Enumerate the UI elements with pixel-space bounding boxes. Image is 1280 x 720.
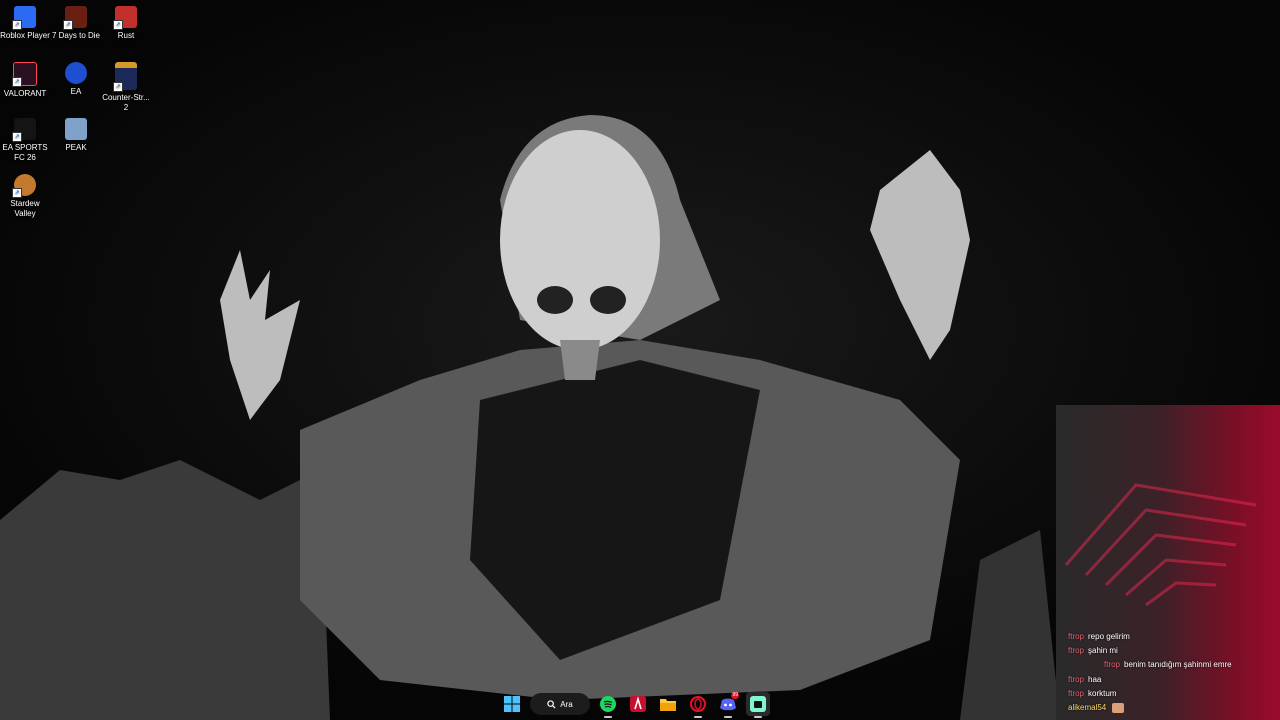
desktop-icon-label: Rust (117, 31, 135, 40)
desktop-icon-roblox-player[interactable]: ↗ Roblox Player (0, 2, 50, 41)
stardew-valley-icon: ↗ (12, 174, 36, 198)
desktop-icon-peak[interactable]: PEAK (51, 114, 101, 153)
desktop-icon-label: 7 Days to Die (51, 31, 101, 40)
chat-message: ftrop haa (1068, 675, 1101, 684)
peak-icon (65, 118, 87, 140)
ea-sports-fc-icon: ↗ (12, 118, 36, 142)
chat-username: ftrop (1068, 632, 1085, 641)
chat-text: korktum (1088, 689, 1117, 698)
desktop-icon-label: EA SPORTS FC 26 (2, 143, 48, 162)
notification-badge: 99 (731, 692, 739, 699)
start-button[interactable] (500, 692, 524, 716)
desktop-icon-7-days-to-die[interactable]: ↗ 7 Days to Die (51, 2, 101, 41)
taskbar: Ara 99 (500, 690, 785, 718)
desktop-icon-valorant[interactable]: ↗ VALORANT (0, 58, 50, 99)
counter-strike-icon: ↗ (113, 62, 137, 92)
chat-username: ftrop (1068, 675, 1085, 684)
taskbar-spotify[interactable] (596, 692, 620, 718)
affinity-icon (630, 696, 646, 712)
chat-text: şahin mi (1088, 646, 1118, 655)
windows-icon (504, 696, 520, 712)
folder-icon (660, 699, 676, 711)
emote-icon (1112, 703, 1125, 713)
7-days-to-die-icon: ↗ (63, 6, 87, 30)
desktop-icon-label: EA (70, 87, 82, 96)
chat-message: ftrop repo gelirim (1068, 632, 1130, 641)
streamlabs-icon (750, 696, 766, 712)
desktop-icon-counter-strike-2[interactable]: ↗ Counter-Str... 2 (101, 58, 151, 113)
desktop-icon-ea[interactable]: EA (51, 58, 101, 97)
chat-message: ftrop şahin mi (1068, 646, 1118, 655)
taskbar-file-explorer[interactable] (656, 692, 680, 716)
rust-icon: ↗ (113, 6, 137, 30)
search-icon (547, 699, 556, 709)
chat-username: ftrop (1068, 646, 1085, 655)
opera-icon (690, 696, 706, 712)
chat-message: ftrop korktum (1068, 689, 1116, 698)
taskbar-affinity[interactable] (626, 692, 650, 716)
chat-text: benim tanıdığım şahinmi emre (1124, 660, 1232, 669)
chat-message: alikemal54 (1068, 703, 1125, 713)
desktop-icon-label: VALORANT (3, 89, 47, 98)
spotify-icon (600, 696, 616, 712)
desktop-icon-label: PEAK (65, 143, 87, 152)
ea-icon (65, 62, 87, 84)
chat-message: ftrop benim tanıdığım şahinmi emre (1104, 660, 1232, 669)
chat-username: ftrop (1104, 660, 1121, 669)
chat-username: alikemal54 (1068, 703, 1107, 713)
chat-username: ftrop (1068, 689, 1085, 698)
desktop-icon-rust[interactable]: ↗ Rust (101, 2, 151, 41)
desktop-icon-ea-sports-fc-26[interactable]: ↗ EA SPORTS FC 26 (0, 114, 50, 163)
search-box[interactable]: Ara (530, 693, 590, 715)
stream-chat-overlay (1056, 405, 1280, 720)
taskbar-streamlabs[interactable] (746, 692, 770, 718)
discord-icon (720, 698, 736, 711)
taskbar-opera[interactable] (686, 692, 710, 718)
chat-text: haa (1088, 675, 1102, 684)
desktop-icon-label: Counter-Str... 2 (102, 93, 150, 112)
chat-text: repo gelirim (1088, 632, 1130, 641)
taskbar-discord[interactable]: 99 (716, 692, 740, 718)
search-label: Ara (560, 699, 573, 709)
desktop-icon-stardew-valley[interactable]: ↗ Stardew Valley (0, 170, 50, 219)
valorant-icon: ↗ (12, 62, 37, 87)
desktop-icon-label: Roblox Player (0, 31, 50, 40)
desktop-icon-label: Stardew Valley (10, 199, 40, 218)
roblox-icon: ↗ (12, 6, 36, 30)
